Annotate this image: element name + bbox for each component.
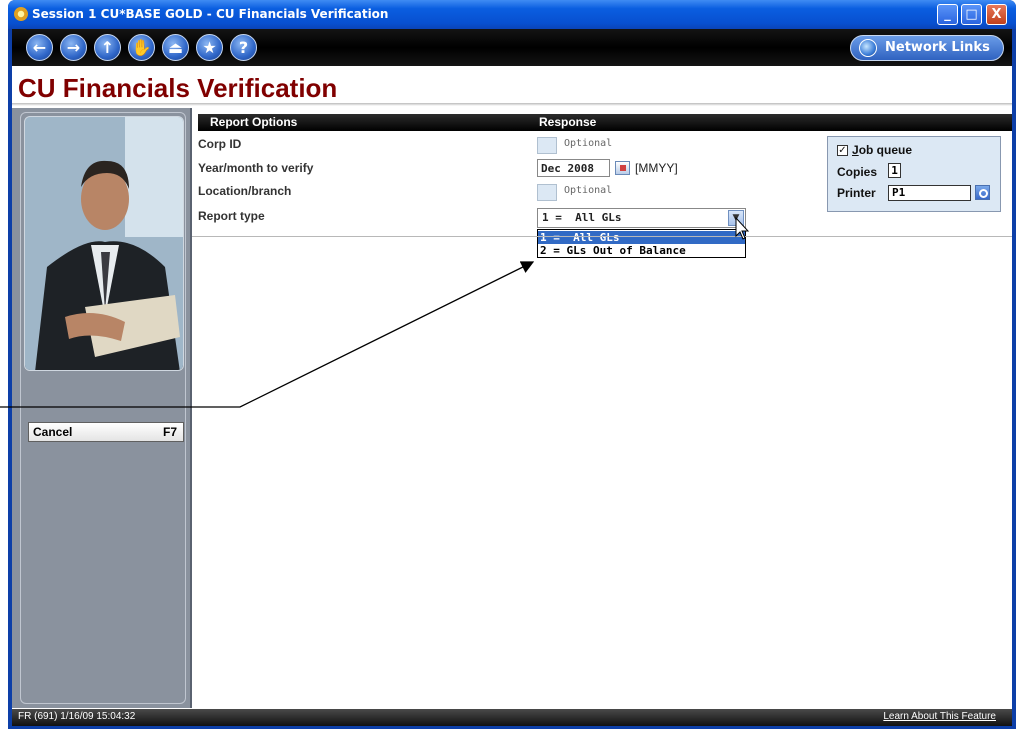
copies-field[interactable]: 1: [888, 163, 901, 178]
chevron-down-icon[interactable]: ▼: [728, 210, 744, 226]
hand-icon[interactable]: ✋: [128, 34, 155, 61]
page-title: CU Financials Verification: [18, 73, 338, 103]
up-icon[interactable]: ↑: [94, 34, 121, 61]
report-type-option-out-of-balance[interactable]: 2 = GLs Out of Balance: [538, 244, 745, 257]
learn-about-link[interactable]: Learn About This Feature: [883, 711, 996, 722]
header-report-options: Report Options: [198, 114, 527, 131]
job-queue-label: Job queue: [852, 143, 913, 157]
search-icon[interactable]: [975, 185, 990, 200]
favorites-icon[interactable]: ★: [196, 34, 223, 61]
corp-id-label: Corp ID: [198, 137, 242, 151]
form-divider: [192, 236, 1012, 237]
content-area: CU Financials Verification Cancel F7 Rep…: [12, 66, 1012, 709]
header-response: Response: [527, 114, 1012, 131]
location-label: Location/branch: [198, 184, 292, 198]
businessman-photo: [24, 116, 184, 371]
report-type-value: 1 = All GLs: [542, 211, 622, 224]
back-icon[interactable]: ←: [26, 34, 53, 61]
forward-icon[interactable]: →: [60, 34, 87, 61]
status-bar: FR (691) 1/16/09 15:04:32 Learn About Th…: [12, 709, 1012, 726]
toolbar: ← → ↑ ✋ ⏏ ★ ? Network Links: [12, 29, 1012, 66]
location-field[interactable]: [537, 184, 557, 201]
cancel-shortcut: F7: [162, 425, 177, 439]
print-icon[interactable]: ⏏: [162, 34, 189, 61]
corp-id-field[interactable]: [537, 137, 557, 154]
report-type-option-all-gls[interactable]: 1 = All GLs: [538, 231, 745, 244]
copies-label: Copies: [837, 165, 878, 179]
cancel-label: Cancel: [33, 425, 73, 439]
help-icon[interactable]: ?: [230, 34, 257, 61]
minimize-button[interactable]: _: [937, 4, 958, 25]
calendar-icon[interactable]: [615, 161, 630, 175]
globe-icon: [859, 39, 877, 57]
cancel-button[interactable]: Cancel F7: [28, 422, 184, 442]
sidebar: Cancel F7: [12, 108, 192, 708]
app-icon: [14, 7, 28, 21]
location-hint: Optional: [564, 185, 613, 196]
year-month-format: [MMYY]: [635, 161, 678, 175]
maximize-button[interactable]: □: [961, 4, 982, 25]
job-queue-panel: ✓ Job queue Copies 1 Printer P1: [827, 136, 1001, 212]
job-queue-checkbox[interactable]: ✓: [837, 145, 848, 156]
title-divider: [12, 103, 1012, 106]
year-month-label: Year/month to verify: [198, 161, 314, 175]
corp-id-hint: Optional: [564, 138, 613, 149]
network-links-button[interactable]: Network Links: [850, 35, 1004, 61]
close-button[interactable]: X: [986, 4, 1007, 25]
report-type-select[interactable]: 1 = All GLs ▼: [537, 208, 746, 228]
title-bar[interactable]: Session 1 CU*BASE GOLD - CU Financials V…: [8, 0, 1016, 29]
printer-field[interactable]: P1: [888, 185, 971, 201]
report-type-label: Report type: [198, 209, 265, 223]
status-info: FR (691) 1/16/09 15:04:32: [18, 711, 136, 722]
report-type-dropdown: 1 = All GLs 2 = GLs Out of Balance: [537, 229, 746, 258]
printer-label: Printer: [837, 186, 876, 200]
network-links-label: Network Links: [885, 40, 990, 55]
year-month-input[interactable]: Dec 2008: [537, 159, 610, 177]
window-title: Session 1 CU*BASE GOLD - CU Financials V…: [32, 7, 389, 21]
